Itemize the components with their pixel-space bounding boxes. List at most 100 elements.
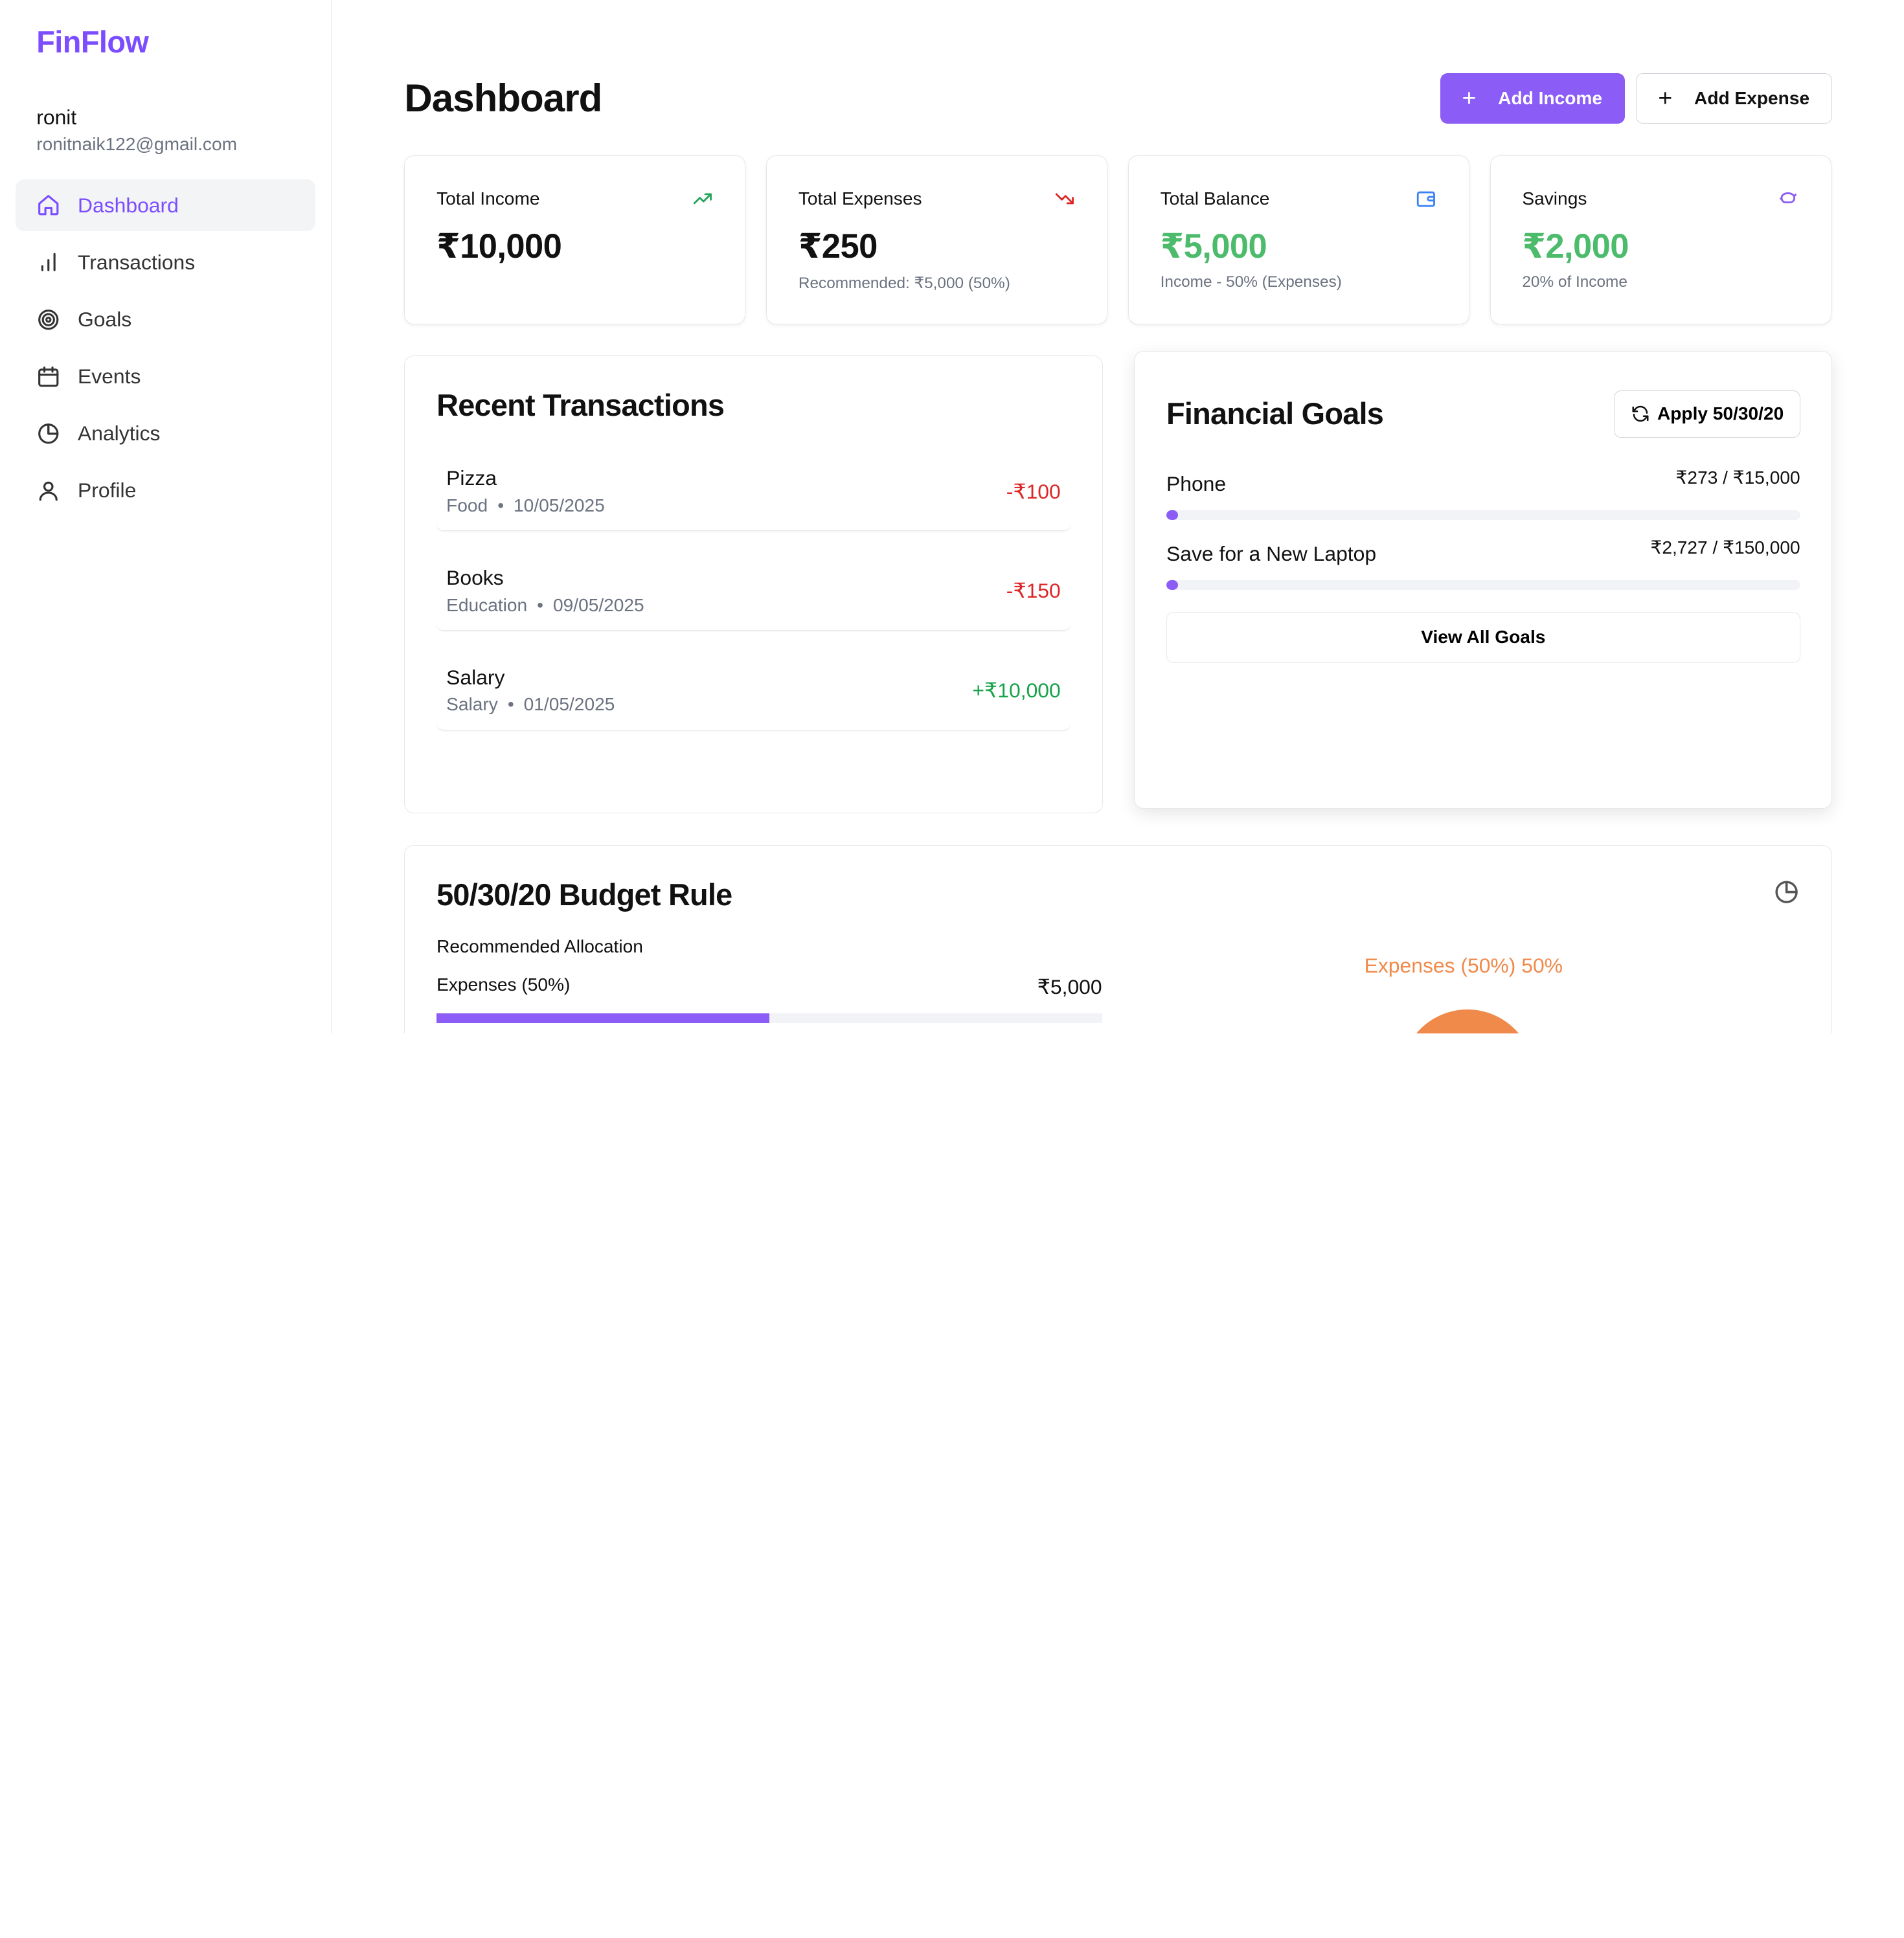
- page-title: Dashboard: [404, 76, 602, 120]
- wallet-icon: [1415, 188, 1437, 210]
- stat-value: ₹10,000: [436, 227, 562, 265]
- stat-card-total-income: Total Income ₹10,000: [404, 155, 746, 324]
- transaction-date: 01/05/2025: [523, 694, 615, 715]
- stat-sub: 20% of Income: [1522, 273, 1627, 291]
- calendar-icon: [36, 365, 61, 389]
- stat-sub: Income - 50% (Expenses): [1160, 273, 1342, 291]
- sidebar-item-events[interactable]: Events: [16, 350, 315, 403]
- transaction-category: Education: [446, 594, 528, 615]
- sidebar: FinFlow ronit ronitnaik122@gmail.com Das…: [0, 0, 332, 1033]
- target-icon: [36, 308, 61, 332]
- sidebar-item-goals[interactable]: Goals: [16, 293, 315, 346]
- add-income-button[interactable]: + Add Income: [1440, 73, 1625, 124]
- add-income-label: Add Income: [1498, 87, 1603, 108]
- page-header: Dashboard + Add Income + Add Expense: [404, 73, 1833, 124]
- separator-dot: •: [537, 594, 543, 615]
- apply-50-30-20-button[interactable]: Apply 50/30/20: [1614, 390, 1800, 438]
- card-title: 50/30/20 Budget Rule: [436, 877, 732, 912]
- goal-amount: ₹273 / ₹15,000: [1675, 468, 1800, 488]
- allocation-value: ₹5,000: [1037, 975, 1102, 998]
- piggy-bank-icon: [1777, 188, 1799, 210]
- plus-icon: +: [1658, 84, 1673, 112]
- stat-label: Total Income: [436, 188, 540, 208]
- pie-chart-icon: [1773, 879, 1800, 910]
- goal-name: Save for a New Laptop: [1166, 541, 1377, 565]
- goal-item-laptop[interactable]: Save for a New Laptop ₹2,727 / ₹150,000: [1166, 537, 1800, 591]
- budget-subtitle: Recommended Allocation: [436, 936, 643, 957]
- user-icon: [36, 479, 61, 503]
- allocation-progress-fill: [436, 1013, 769, 1023]
- view-all-goals-button[interactable]: View All Goals: [1166, 612, 1800, 663]
- transaction-meta: Food • 10/05/2025: [446, 495, 605, 516]
- app-root: FinFlow ronit ronitnaik122@gmail.com Das…: [0, 0, 1904, 1033]
- stat-value: ₹2,000: [1522, 227, 1629, 265]
- sidebar-item-dashboard[interactable]: Dashboard: [16, 179, 315, 232]
- stat-value: ₹250: [798, 227, 878, 265]
- card-title: Financial Goals: [1166, 397, 1384, 431]
- transaction-category: Salary: [446, 694, 498, 715]
- brand-logo[interactable]: FinFlow: [16, 25, 315, 60]
- add-expense-button[interactable]: + Add Expense: [1635, 73, 1833, 124]
- user-email: ronitnaik122@gmail.com: [36, 134, 238, 155]
- sidebar-item-label: Transactions: [78, 250, 196, 274]
- transaction-name: Pizza: [446, 466, 497, 490]
- transaction-amount: -₹150: [1006, 579, 1061, 603]
- trending-down-icon: [1054, 188, 1076, 210]
- separator-dot: •: [497, 495, 504, 515]
- plus-icon: +: [1462, 84, 1477, 112]
- transaction-list: Pizza Food • 10/05/2025 -₹100 Books Educat…: [436, 452, 1071, 730]
- allocation-progress-bar: [436, 1013, 1102, 1023]
- main-content: Dashboard + Add Income + Add Expense Tot…: [332, 0, 1904, 1033]
- transaction-meta: Education • 09/05/2025: [446, 595, 644, 616]
- pie-slice-expenses: [1400, 1009, 1535, 1033]
- bar-chart-icon: [36, 250, 61, 275]
- sidebar-item-label: Profile: [78, 479, 137, 502]
- stat-sub: Recommended: ₹5,000 (50%): [798, 275, 1010, 292]
- stat-label: Total Expenses: [798, 188, 922, 208]
- card-title: Recent Transactions: [436, 389, 725, 423]
- stats-row: Total Income ₹10,000 Total Expenses ₹250…: [404, 155, 1832, 324]
- stat-value: ₹5,000: [1160, 227, 1267, 265]
- sidebar-item-transactions[interactable]: Transactions: [16, 236, 315, 289]
- separator-dot: •: [507, 694, 514, 715]
- stat-label: Total Balance: [1160, 188, 1270, 208]
- recent-transactions-card: Recent Transactions Pizza Food • 10/05/202…: [404, 355, 1103, 814]
- transaction-meta: Salary • 01/05/2025: [446, 694, 615, 715]
- sidebar-nav: Dashboard Transactions Goals Events Anal…: [16, 179, 315, 517]
- header-actions: + Add Income + Add Expense: [1440, 73, 1833, 124]
- trending-up-icon: [692, 188, 714, 210]
- list-item[interactable]: Salary Salary • 01/05/2025 +₹10,000: [436, 651, 1071, 730]
- pie-chart-icon: [36, 422, 61, 446]
- goal-item-phone[interactable]: Phone ₹273 / ₹15,000: [1166, 468, 1800, 520]
- list-item[interactable]: Pizza Food • 10/05/2025 -₹100: [436, 452, 1071, 531]
- sidebar-item-analytics[interactable]: Analytics: [16, 407, 315, 460]
- transaction-date: 09/05/2025: [553, 594, 644, 615]
- refresh-icon: [1632, 406, 1649, 422]
- transaction-date: 10/05/2025: [514, 495, 605, 515]
- content-row: Recent Transactions Pizza Food • 10/05/202…: [404, 350, 1833, 814]
- allocation-label: Expenses (50%): [436, 974, 571, 995]
- goal-progress-bar: [1166, 510, 1800, 520]
- transaction-amount: -₹100: [1006, 479, 1061, 503]
- user-info: ronit ronitnaik122@gmail.com: [16, 106, 315, 155]
- goal-progress-fill: [1166, 580, 1178, 591]
- stat-card-total-balance: Total Balance ₹5,000 Income - 50% (Expen…: [1128, 155, 1469, 324]
- stat-card-total-expenses: Total Expenses ₹250 Recommended: ₹5,000 …: [766, 155, 1107, 324]
- sidebar-item-label: Goals: [78, 307, 132, 331]
- financial-goals-card: Financial Goals Apply 50/30/20 Phone ₹27…: [1134, 350, 1833, 809]
- sidebar-item-label: Events: [78, 364, 141, 388]
- sidebar-item-label: Analytics: [78, 422, 161, 445]
- home-icon: [36, 193, 61, 218]
- stat-label: Savings: [1522, 188, 1587, 208]
- sidebar-item-label: Dashboard: [78, 193, 179, 217]
- transaction-name: Salary: [446, 665, 505, 689]
- stat-card-savings: Savings ₹2,000 20% of Income: [1490, 155, 1831, 324]
- goal-name: Phone: [1166, 471, 1227, 495]
- list-item[interactable]: Books Education • 09/05/2025 -₹150: [436, 552, 1071, 631]
- goal-progress-fill: [1166, 510, 1178, 520]
- transaction-amount: +₹10,000: [972, 679, 1061, 703]
- budget-rule-card: 50/30/20 Budget Rule Recommended Allocat…: [404, 845, 1833, 1033]
- add-expense-label: Add Expense: [1694, 87, 1810, 108]
- transaction-category: Food: [446, 495, 488, 515]
- sidebar-item-profile[interactable]: Profile: [16, 464, 315, 517]
